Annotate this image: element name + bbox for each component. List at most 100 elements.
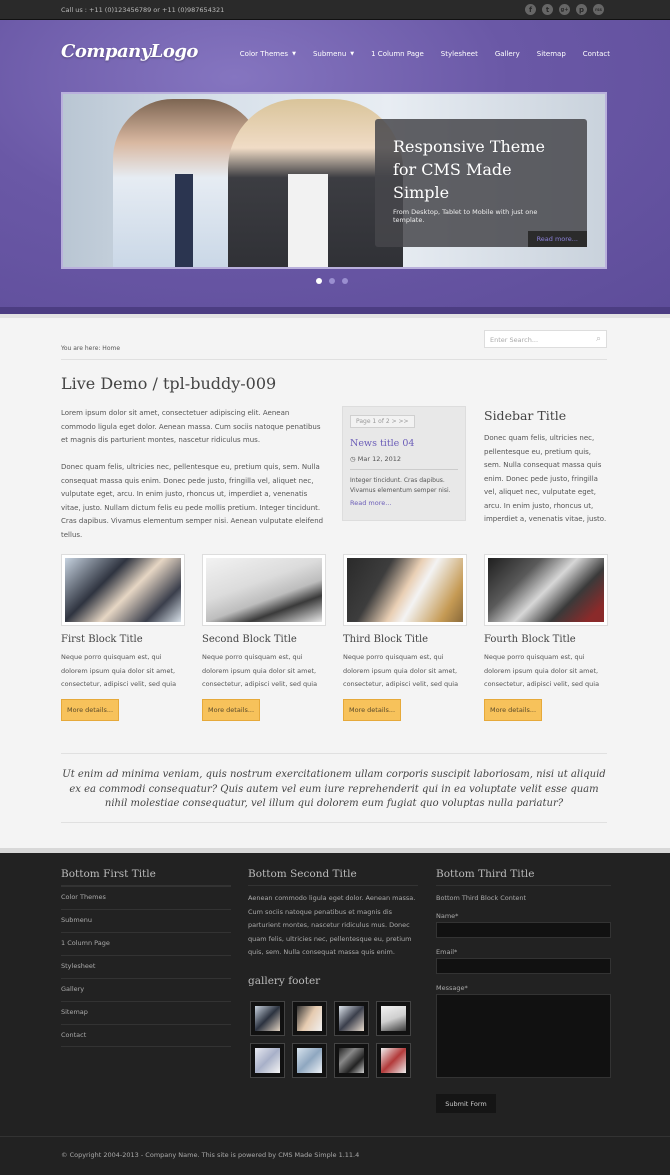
news-pager[interactable]: Page 1 of 2 > >>	[350, 415, 415, 428]
block-2-text: Neque porro quisquam est, qui dolorem ip…	[202, 653, 318, 688]
footer-col2-text: Aenean commodo ligula eget dolor. Aenean…	[248, 894, 416, 956]
news-title[interactable]: News title 04	[350, 438, 458, 449]
block-2-image	[202, 554, 326, 626]
slide-title: Responsive Theme for CMS Made Simple	[393, 137, 545, 202]
footer-links: Color Themes Submenu 1 Column Page Style…	[61, 886, 231, 1047]
slide-caption: Responsive Theme for CMS Made Simple Fro…	[375, 119, 587, 247]
news-body: Integer tincidunt. Cras dapibus. Vivamus…	[350, 477, 451, 494]
nav-1-column-page[interactable]: 1 Column Page	[371, 50, 424, 58]
block-3-title: Third Block Title	[343, 634, 429, 645]
twitter-icon[interactable]: t	[542, 4, 553, 15]
google-plus-icon[interactable]: g+	[559, 4, 570, 15]
block-4-more-details-button[interactable]: More details...	[484, 699, 543, 721]
gallery-thumb[interactable]	[292, 1043, 327, 1078]
search-icon[interactable]: ⌕	[596, 334, 601, 344]
slider-dot-3[interactable]	[342, 278, 348, 284]
rss-icon[interactable]: rss	[593, 4, 604, 15]
intro-paragraph-1: Lorem ipsum dolor sit amet, consectetuer…	[61, 409, 321, 444]
footer-col2-title: Bottom Second Title	[248, 868, 357, 880]
gallery-thumb[interactable]	[250, 1001, 285, 1036]
footer-link-contact[interactable]: Contact	[61, 1024, 231, 1047]
footer-link-1-column-page[interactable]: 1 Column Page	[61, 932, 231, 955]
block-3-image	[343, 554, 467, 626]
block-1-title: First Block Title	[61, 634, 143, 645]
block-4-title: Fourth Block Title	[484, 634, 576, 645]
block-1-text: Neque porro quisquam est, qui dolorem ip…	[61, 653, 177, 688]
intro-paragraph-2: Donec quam felis, ultricies nec, pellent…	[61, 463, 324, 539]
block-1-image	[61, 554, 185, 626]
block-2-title: Second Block Title	[202, 634, 297, 645]
caret-down-icon: ▼	[292, 51, 296, 57]
name-label: Name*	[436, 912, 459, 920]
nav-gallery[interactable]: Gallery	[495, 50, 520, 58]
company-logo[interactable]: CompanyLogo	[61, 41, 198, 62]
email-field[interactable]	[436, 958, 611, 974]
main-nav: Color Themes ▼ Submenu ▼ 1 Column Page Sty…	[240, 50, 610, 58]
name-field[interactable]	[436, 922, 611, 938]
nav-contact[interactable]: Contact	[583, 50, 610, 58]
nav-stylesheet[interactable]: Stylesheet	[441, 50, 478, 58]
message-label: Message*	[436, 984, 468, 992]
call-us-text: Call us : +11 (0)123456789 or +11 (0)987…	[61, 6, 225, 14]
social-icons: f t g+ p rss	[525, 4, 604, 15]
block-1-more-details-button[interactable]: More details...	[61, 699, 120, 721]
pinterest-icon[interactable]: p	[576, 4, 587, 15]
header: CompanyLogo Color Themes ▼ Submenu ▼ 1 Col…	[0, 20, 670, 307]
sidebar-title: Sidebar Title	[484, 408, 567, 423]
block-3-more-details-button[interactable]: More details...	[343, 699, 402, 721]
copyright-text: © Copyright 2004-2013 - Company Name. Th…	[61, 1151, 360, 1159]
nav-color-themes[interactable]: Color Themes ▼	[240, 50, 296, 58]
block-4: Fourth Block Title Neque porro quisquam …	[484, 554, 608, 721]
slider-dot-1[interactable]	[316, 278, 322, 284]
footer-link-submenu[interactable]: Submenu	[61, 909, 231, 932]
divider	[61, 822, 607, 823]
slide-read-more-button[interactable]: Read more...	[527, 231, 587, 247]
clock-icon: ◷	[350, 455, 356, 463]
footer-link-color-themes[interactable]: Color Themes	[61, 886, 231, 909]
block-2: Second Block Title Neque porro quisquam …	[202, 554, 326, 721]
footer-col3-title: Bottom Third Title	[436, 868, 535, 880]
news-box: Page 1 of 2 > >> News title 04 ◷ Mar 12,…	[342, 406, 466, 521]
block-4-image	[484, 554, 608, 626]
gallery-thumb[interactable]	[334, 1001, 369, 1036]
divider	[61, 359, 607, 360]
gallery-thumb[interactable]	[250, 1043, 285, 1078]
gallery-thumb[interactable]	[334, 1043, 369, 1078]
caret-down-icon: ▼	[350, 51, 355, 57]
search-input[interactable]: Enter Search... ⌕	[484, 330, 607, 348]
facebook-icon[interactable]: f	[525, 4, 536, 15]
block-4-text: Neque porro quisquam est, qui dolorem ip…	[484, 653, 600, 688]
gallery-thumb[interactable]	[376, 1043, 411, 1078]
contact-form: Bottom Third Block Content Name* Email* …	[436, 886, 611, 1078]
top-bar: Call us : +11 (0)123456789 or +11 (0)987…	[0, 0, 670, 20]
footer-col1-title: Bottom First Title	[61, 868, 156, 880]
divider	[61, 753, 607, 754]
news-read-more-link[interactable]: Read more...	[350, 499, 458, 507]
footer-col3-text: Bottom Third Block Content	[436, 894, 527, 902]
sidebar-text: Donec quam felis, ultricies nec, pellent…	[484, 434, 607, 523]
footer-link-stylesheet[interactable]: Stylesheet	[61, 955, 231, 978]
page-title: Live Demo / tpl-buddy-009	[61, 374, 277, 393]
email-label: Email*	[436, 948, 458, 956]
breadcrumb: You are here: Home	[61, 345, 121, 352]
block-3: Third Block Title Neque porro quisquam e…	[343, 554, 467, 721]
news-date: ◷ Mar 12, 2012	[350, 455, 402, 463]
block-2-more-details-button[interactable]: More details...	[202, 699, 261, 721]
block-3-text: Neque porro quisquam est, qui dolorem ip…	[343, 653, 459, 688]
footer-link-sitemap[interactable]: Sitemap	[61, 1001, 231, 1024]
block-1: First Block Title Neque porro quisquam e…	[61, 554, 185, 721]
quote-text: Ut enim ad minima veniam, quis nostrum e…	[62, 769, 606, 809]
gallery-footer-title: gallery footer	[248, 975, 321, 987]
slider-dot-2[interactable]	[329, 278, 335, 284]
footer-link-gallery[interactable]: Gallery	[61, 978, 231, 1001]
message-field[interactable]	[436, 994, 611, 1078]
slider-dots	[316, 278, 348, 284]
nav-submenu[interactable]: Submenu ▼	[313, 50, 354, 58]
footer-gallery	[250, 1001, 412, 1078]
gallery-thumb[interactable]	[292, 1001, 327, 1036]
gallery-thumb[interactable]	[376, 1001, 411, 1036]
nav-sitemap[interactable]: Sitemap	[537, 50, 566, 58]
hero-slider[interactable]: Responsive Theme for CMS Made Simple Fro…	[61, 92, 607, 269]
slide-subtitle: From Desktop, Tablet to Mobile with just…	[393, 208, 538, 224]
submit-form-button[interactable]: Submit Form	[436, 1094, 496, 1113]
